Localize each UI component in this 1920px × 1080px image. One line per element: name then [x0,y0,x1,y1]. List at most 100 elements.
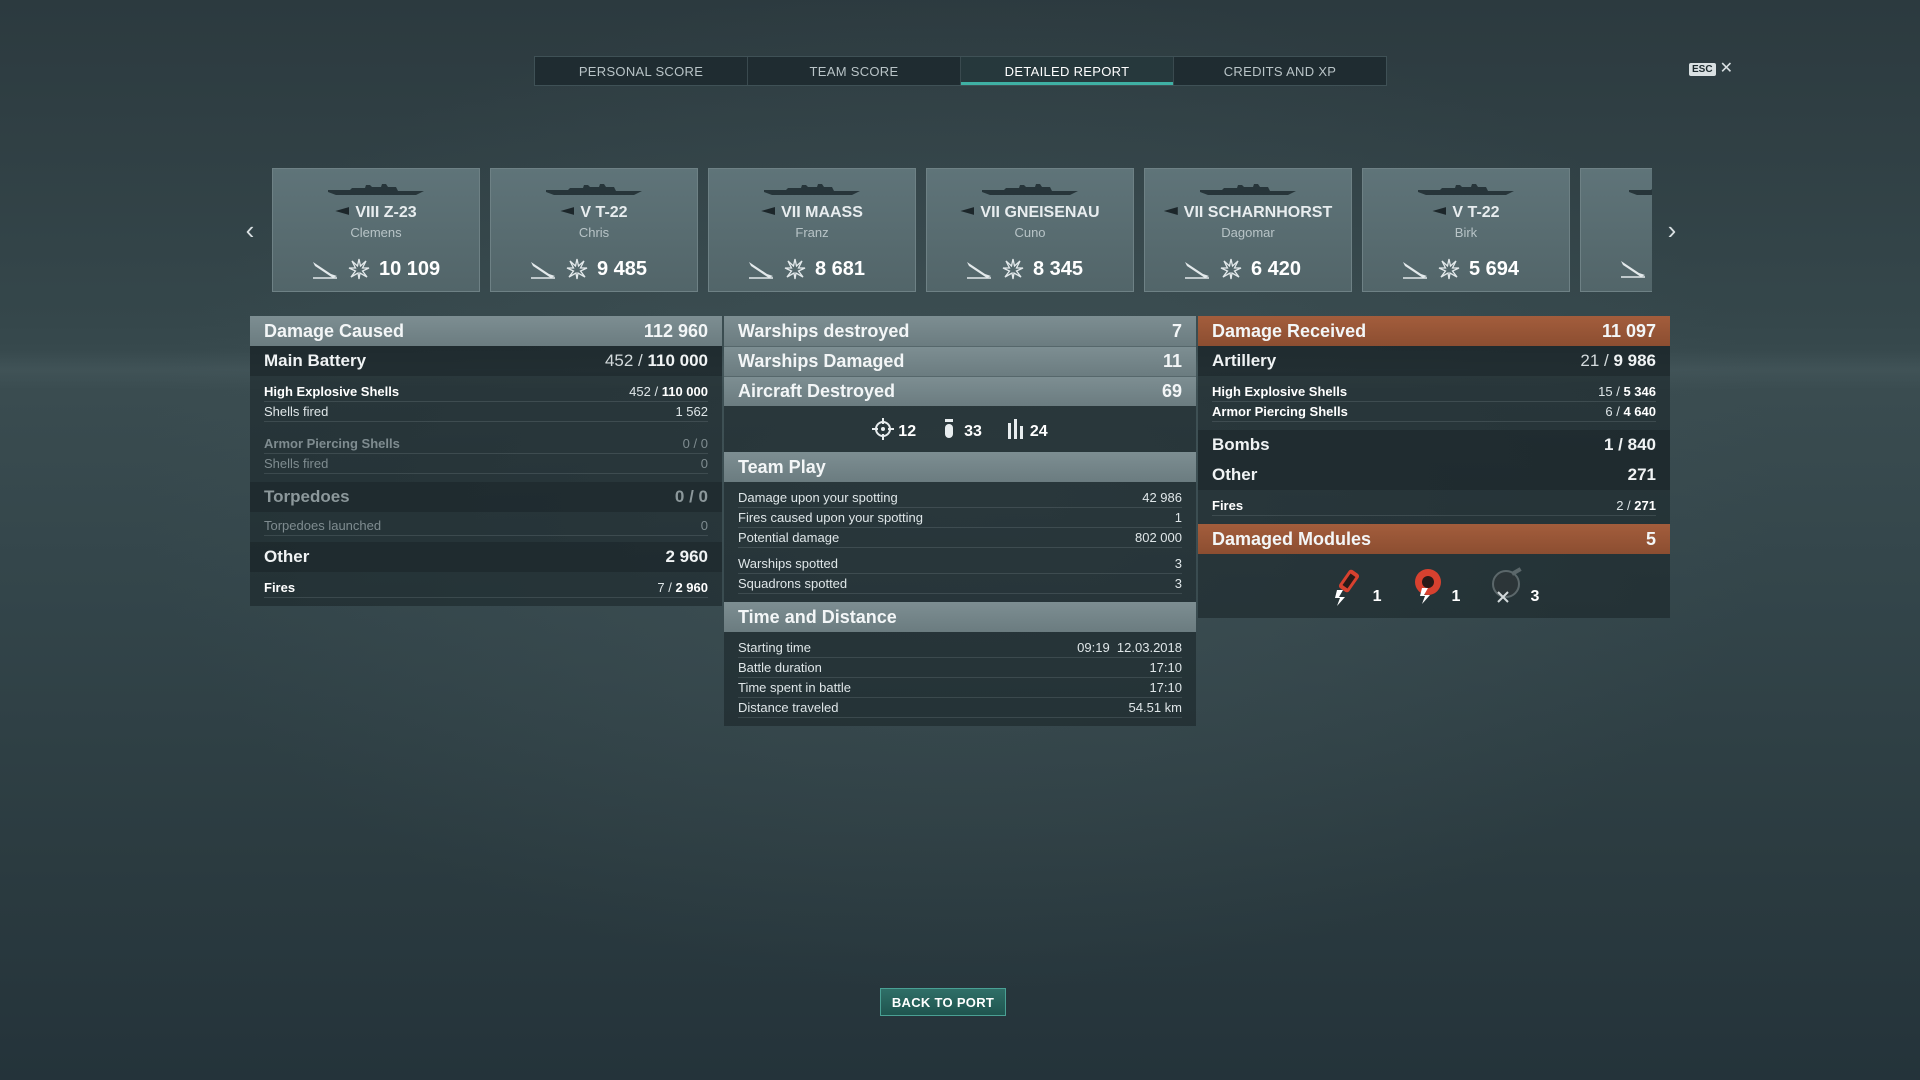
ship-name: V T-22 [1363,204,1569,222]
torpedoes-launched-value: 0 [700,518,708,533]
ship-name: VII SCHARNHORST [1145,204,1351,222]
damage-received-header: Damage Received 11 097 [1198,316,1670,346]
main-battery-hit: 452 / [604,351,643,370]
ship-card[interactable]: VII SCHARNHORST Dagomar 6 420 [1144,168,1352,292]
time-distance-label: Distance traveled [738,700,839,715]
aircraft-destroyed-row: Aircraft Destroyed 69 [724,376,1196,406]
ship-silhouette-icon [328,184,424,195]
ship-card[interactable]: VII GNEISENAU Cuno 8 345 [926,168,1134,292]
module-engine-count: 1 [1372,588,1382,605]
ship-name: VII MAASS [709,204,915,222]
he-shells-fired-value: 1 562 [675,404,708,419]
ship-tier: V [580,204,592,221]
ship-card[interactable]: VIII Z-23 Clemens 10 109 [272,168,480,292]
tab-credits-and-xp[interactable]: CREDITS AND XP [1174,57,1386,85]
ship-silhouette-icon [1418,184,1514,195]
warships-damaged-row: Warships Damaged 11 [724,346,1196,376]
ship-silhouette-icon [1629,189,1652,195]
team-play-value: 42 986 [1142,490,1182,505]
team-play-label: Squadrons spotted [738,576,848,591]
team-play-title: Team Play [738,456,826,477]
ship-score: 8 345 [1033,257,1084,280]
ship-score-row: 6 420 [1183,257,1341,281]
received-he-hit: 15 / [1598,384,1620,399]
other-caused-value: 2 960 [665,547,708,566]
torpedo-icon [967,262,991,279]
other-received-label: Other [1212,465,1258,484]
warships-damaged-value: 11 [1162,351,1182,371]
main-battery-details: High Explosive Shells 452 / 110 000 Shel… [250,376,722,482]
ship-silhouette-icon [764,184,860,195]
engine-damaged-icon [1334,569,1359,606]
time-distance-value: 54.51 km [1128,700,1182,715]
team-play-value: 1 [1174,510,1182,525]
aircraft-fighter-stat: 12 [872,417,916,441]
ship-score-row: 9 485 [529,257,687,281]
he-shells-row: High Explosive Shells 452 / 110 000 [264,382,708,402]
ap-shells-fired-label: Shells fired [264,456,329,471]
fires-received-hit: 2 / [1616,498,1631,513]
received-he-row: High Explosive Shells 15 / 5 346 [1212,382,1656,402]
time-distance-row: Distance traveled 54.51 km [738,698,1182,718]
team-play-row: Potential damage 802 000 [738,528,1182,548]
ship-tier: VIII [355,204,380,221]
team-play-row: Squadrons spotted 3 [738,574,1182,594]
team-play-row: Warships spotted 3 [738,554,1182,574]
he-shells-label: High Explosive Shells [264,384,400,399]
torpedoes-details: Torpedoes launched 0 [250,512,722,542]
nation-flag-icon [761,207,776,215]
ship-score-row: 8 345 [965,257,1123,281]
team-play-label: Fires caused upon your spotting [738,510,923,525]
chevron-left-icon: ‹ [245,214,255,245]
tab-personal-score[interactable]: PERSONAL SCORE [535,57,748,85]
ship-score-row [1619,257,1652,279]
nation-flag-icon [1163,207,1178,215]
torpedo-icon [1621,261,1645,278]
other-caused-details: Fires 7 / 2 960 [250,572,722,606]
damage-caused-label: Damage Caused [264,320,405,341]
time-distance-value: 17:10 [1149,680,1182,695]
player-name: Cuno [1014,225,1046,240]
ship-card-partial[interactable] [1580,168,1652,292]
other-caused-label: Other [264,547,310,566]
back-to-port-button[interactable]: BACK TO PORT [880,988,1006,1016]
module-gun-count: 3 [1530,588,1540,605]
time-distance-header: Time and Distance [724,602,1196,632]
ap-shells-fired-value: 0 [700,456,708,471]
ship-card[interactable]: V T-22 Birk 5 694 [1362,168,1570,292]
tab-detailed-report[interactable]: DETAILED REPORT [961,57,1174,85]
module-gun: 3 [1486,566,1539,606]
ship-score: 6 420 [1251,257,1302,280]
time-distance-label: Time spent in battle [738,680,851,695]
ship-card[interactable]: V T-22 Chris 9 485 [490,168,698,292]
nation-flag-icon [960,207,975,215]
damage-burst-icon [1220,258,1242,280]
artillery-row: Artillery 21 / 9 986 [1198,346,1670,376]
carousel-next-button[interactable]: › [1661,214,1683,246]
time-distance-value: 09:19 12.03.2018 [1077,640,1182,655]
ship-name: V T-22 [491,204,697,222]
close-button[interactable]: ESC ✕ [1689,61,1733,77]
ship-card[interactable]: VII MAASS Franz 8 681 [708,168,916,292]
ap-shells-label: Armor Piercing Shells [264,436,400,451]
tab-team-score[interactable]: TEAM SCORE [748,57,961,85]
ship-class-name: T-22 [1467,204,1500,221]
warships-destroyed-row: Warships destroyed 7 [724,316,1196,346]
damage-received-value: 11 097 [1601,320,1656,341]
artillery-total: 9 986 [1613,351,1656,370]
carousel-prev-button[interactable]: ‹ [239,214,261,246]
received-ap-label: Armor Piercing Shells [1212,404,1348,419]
team-play-value: 802 000 [1135,530,1182,545]
damaged-modules-label: Damaged Modules [1212,528,1372,549]
damage-caused-value: 112 960 [643,320,708,341]
ship-silhouette-icon [982,184,1078,195]
bomb-icon [945,419,954,438]
time-distance-details: Starting time 09:19 12.03.2018 Battle dur… [724,632,1196,726]
steering-damaged-icon [1414,569,1441,604]
artillery-details: High Explosive Shells 15 / 5 346 Armor P… [1198,376,1670,430]
torpedo-icon [749,262,773,279]
ship-class-name: MAASS [805,204,863,221]
aircraft-destroyed-value: 69 [1161,381,1182,401]
fires-caused-label: Fires [264,580,296,595]
ship-score-row: 5 694 [1401,257,1559,281]
